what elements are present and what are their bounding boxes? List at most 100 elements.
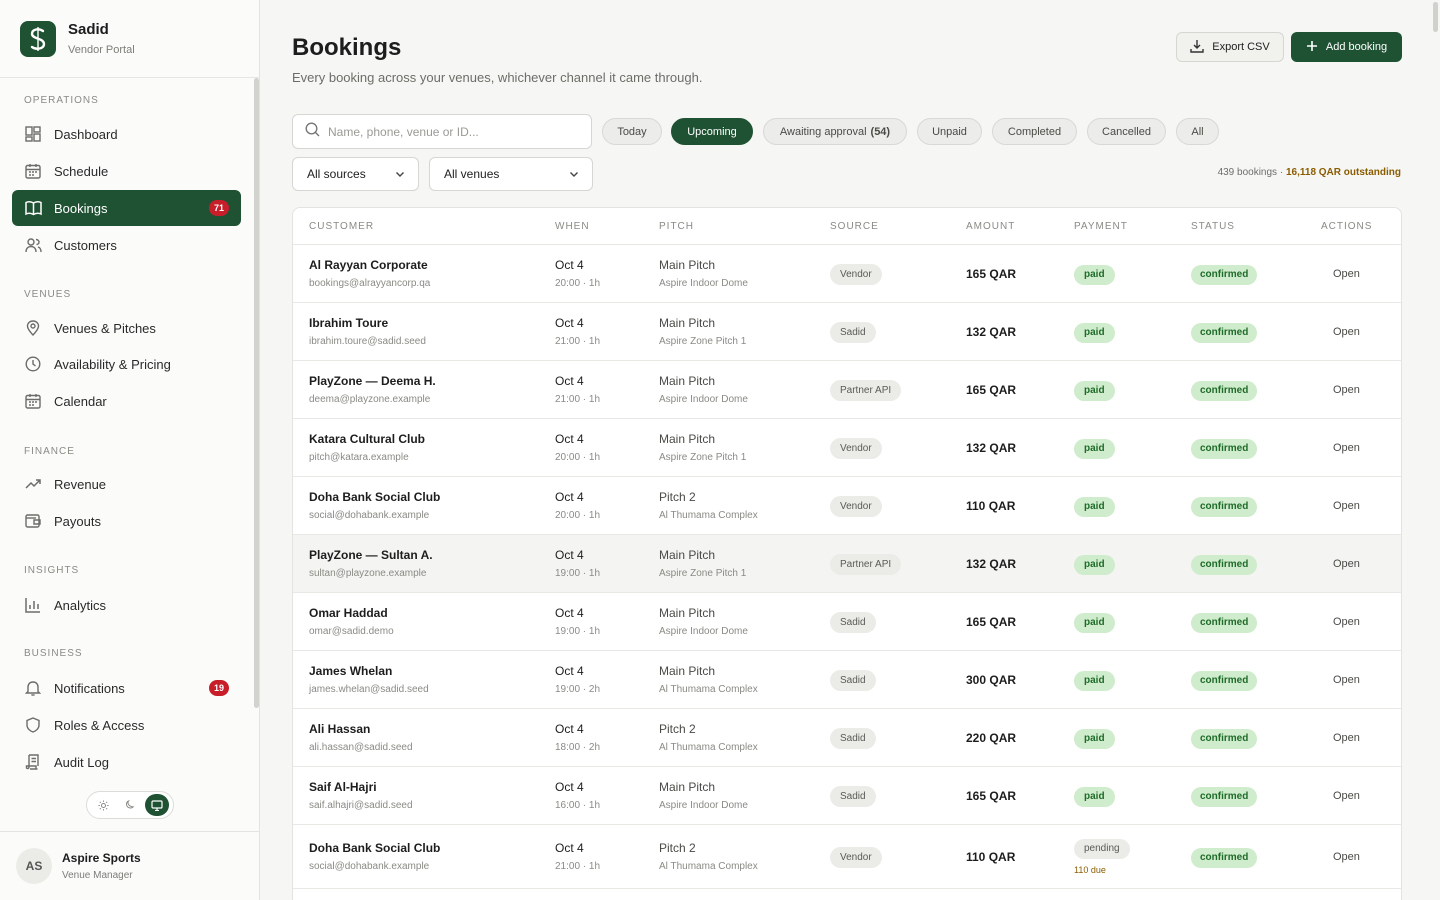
moon-icon[interactable] xyxy=(118,794,142,816)
venue-select[interactable]: All venues xyxy=(429,157,593,191)
booking-amount: 110 QAR xyxy=(966,850,1016,864)
sidebar-item-analytics[interactable]: Analytics xyxy=(12,587,241,623)
pitch-name: Pitch 2 xyxy=(659,722,696,736)
column-header-payment[interactable]: PAYMENT xyxy=(1074,221,1128,232)
filter-chip-completed[interactable]: Completed xyxy=(992,118,1077,145)
download-icon xyxy=(1190,39,1204,56)
source-cell: Vendor xyxy=(830,438,882,459)
bookings-count: 439 bookings xyxy=(1217,167,1278,178)
open-booking-link[interactable]: Open xyxy=(1333,500,1360,512)
table-row[interactable]: Ibrahim Toure ibrahim.toure@sadid.seed O… xyxy=(293,303,1401,361)
sidebar-item-dashboard[interactable]: Dashboard xyxy=(12,116,241,152)
table-row[interactable]: Omar Haddad omar@sadid.demo Oct 4 19:00 … xyxy=(293,593,1401,651)
awaiting-count: (54) xyxy=(870,125,891,138)
customer-name[interactable]: Omar Haddad xyxy=(309,606,394,620)
filter-chip-today[interactable]: Today xyxy=(602,118,662,145)
sidebar-item-payouts[interactable]: Payouts xyxy=(12,503,241,539)
customer-name[interactable]: PlayZone — Sultan A. xyxy=(309,548,433,562)
filter-chip-all[interactable]: All xyxy=(1176,118,1219,145)
customer-name[interactable]: James Whelan xyxy=(309,664,429,678)
open-booking-link[interactable]: Open xyxy=(1333,384,1360,396)
open-booking-link[interactable]: Open xyxy=(1333,674,1360,686)
column-header-pitch[interactable]: PITCH xyxy=(659,221,694,232)
page-scrollbar-thumb[interactable] xyxy=(1433,2,1438,32)
source-select[interactable]: All sources xyxy=(292,157,419,191)
filter-chip-awaiting-approval[interactable]: Awaiting approval (54) xyxy=(763,118,907,145)
page-scrollbar[interactable] xyxy=(1430,0,1440,900)
bookings-table: CUSTOMER WHEN PITCH SOURCE AMOUNT PAYMEN… xyxy=(292,207,1402,900)
booking-time: 19:00 · 1h xyxy=(555,626,601,637)
column-header-when[interactable]: WHEN xyxy=(555,221,590,232)
table-row[interactable]: PlayZone — Deema H. deema@playzone.examp… xyxy=(293,361,1401,419)
sidebar-item-calendar[interactable]: Calendar xyxy=(12,383,241,419)
table-row[interactable]: James Whelan james.whelan@sadid.seed Oct… xyxy=(293,651,1401,709)
pitch-cell: Main Pitch Aspire Zone Pitch 1 xyxy=(659,548,746,579)
customer-name[interactable]: Doha Bank Social Club xyxy=(309,841,440,855)
customer-name[interactable]: PlayZone — Deema H. xyxy=(309,374,436,388)
payment-cell: paid xyxy=(1074,786,1115,807)
sidebar-item-notifications[interactable]: Notifications 19 xyxy=(12,670,241,706)
customer-name[interactable]: Saif Al-Hajri xyxy=(309,780,413,794)
column-header-amount[interactable]: AMOUNT xyxy=(966,221,1015,232)
column-header-customer[interactable]: CUSTOMER xyxy=(309,221,374,232)
customer-name[interactable]: Doha Bank Social Club xyxy=(309,490,440,504)
sidebar-item-availability-pricing[interactable]: Availability & Pricing xyxy=(12,346,241,382)
filter-chip-cancelled[interactable]: Cancelled xyxy=(1087,118,1166,145)
sun-icon[interactable] xyxy=(91,794,115,816)
booking-time: 16:00 · 1h xyxy=(555,800,601,811)
filter-chip-unpaid[interactable]: Unpaid xyxy=(917,118,982,145)
sidebar-item-customers[interactable]: Customers xyxy=(12,227,241,263)
table-row[interactable]: Doha Bank Social Club social@dohabank.ex… xyxy=(293,825,1401,889)
sidebar-nav: OPERATIONS Dashboard Schedule Bookings 7… xyxy=(0,78,260,790)
table-row[interactable]: Katara Cultural Club pitch@katara.exampl… xyxy=(293,419,1401,477)
table-row[interactable]: Saif Al-Hajri saif.alhajri@sadid.seed Oc… xyxy=(293,767,1401,825)
filter-chip-upcoming[interactable]: Upcoming xyxy=(671,118,753,145)
user-profile[interactable]: AS Aspire Sports Venue Manager xyxy=(0,831,260,900)
open-booking-link[interactable]: Open xyxy=(1333,268,1360,280)
open-booking-link[interactable]: Open xyxy=(1333,442,1360,454)
customer-email: omar@sadid.demo xyxy=(309,626,394,637)
sidebar-item-schedule[interactable]: Schedule xyxy=(12,153,241,189)
export-csv-button[interactable]: Export CSV xyxy=(1176,32,1284,62)
customer-email: ali.hassan@sadid.seed xyxy=(309,742,413,753)
sidebar-item-roles-access[interactable]: Roles & Access xyxy=(12,707,241,743)
section-label-venues: VENUES xyxy=(24,289,72,300)
booking-amount: 165 QAR xyxy=(966,789,1017,803)
table-row[interactable]: PlayZone — Sultan A. sultan@playzone.exa… xyxy=(293,535,1401,593)
pitch-name: Pitch 2 xyxy=(659,841,696,855)
sidebar-item-venues-pitches[interactable]: Venues & Pitches xyxy=(12,310,241,346)
open-booking-link[interactable]: Open xyxy=(1333,616,1360,628)
table-row[interactable]: Ali Hassan ali.hassan@sadid.seed Oct 4 1… xyxy=(293,709,1401,767)
table-body: Al Rayyan Corporate bookings@alrayyancor… xyxy=(293,245,1401,889)
sidebar-item-audit-log[interactable]: Audit Log xyxy=(12,744,241,780)
notifications-count-badge: 19 xyxy=(208,680,229,696)
pitch-cell: Main Pitch Aspire Indoor Dome xyxy=(659,780,748,811)
monitor-icon[interactable] xyxy=(144,794,169,816)
payment-cell: paid xyxy=(1074,670,1115,691)
search-input[interactable] xyxy=(328,124,568,139)
add-booking-button[interactable]: Add booking xyxy=(1291,32,1402,62)
dashboard-icon xyxy=(24,125,42,143)
pitch-cell: Pitch 2 Al Thumama Complex xyxy=(659,841,758,872)
customer-name[interactable]: Ali Hassan xyxy=(309,722,413,736)
customer-name[interactable]: Katara Cultural Club xyxy=(309,432,425,446)
sidebar-scrollbar[interactable] xyxy=(254,78,259,708)
table-row[interactable]: Al Rayyan Corporate bookings@alrayyancor… xyxy=(293,245,1401,303)
open-booking-link[interactable]: Open xyxy=(1333,326,1360,338)
open-booking-link[interactable]: Open xyxy=(1333,851,1360,863)
sidebar-item-revenue[interactable]: Revenue xyxy=(12,466,241,502)
booking-date: Oct 4 xyxy=(555,316,584,330)
payment-badge: paid xyxy=(1074,264,1115,285)
open-booking-link[interactable]: Open xyxy=(1333,790,1360,802)
customer-email: sultan@playzone.example xyxy=(309,568,427,579)
open-booking-link[interactable]: Open xyxy=(1333,732,1360,744)
sidebar-item-bookings[interactable]: Bookings 71 xyxy=(12,190,241,226)
customer-name[interactable]: Al Rayyan Corporate xyxy=(309,258,430,272)
customer-name[interactable]: Ibrahim Toure xyxy=(309,316,426,330)
calendar-icon xyxy=(24,392,42,410)
column-header-status[interactable]: STATUS xyxy=(1191,221,1235,232)
table-row[interactable]: Doha Bank Social Club social@dohabank.ex… xyxy=(293,477,1401,535)
open-booking-link[interactable]: Open xyxy=(1333,558,1360,570)
column-header-source[interactable]: SOURCE xyxy=(830,221,879,232)
summary-separator: · xyxy=(1279,167,1284,178)
